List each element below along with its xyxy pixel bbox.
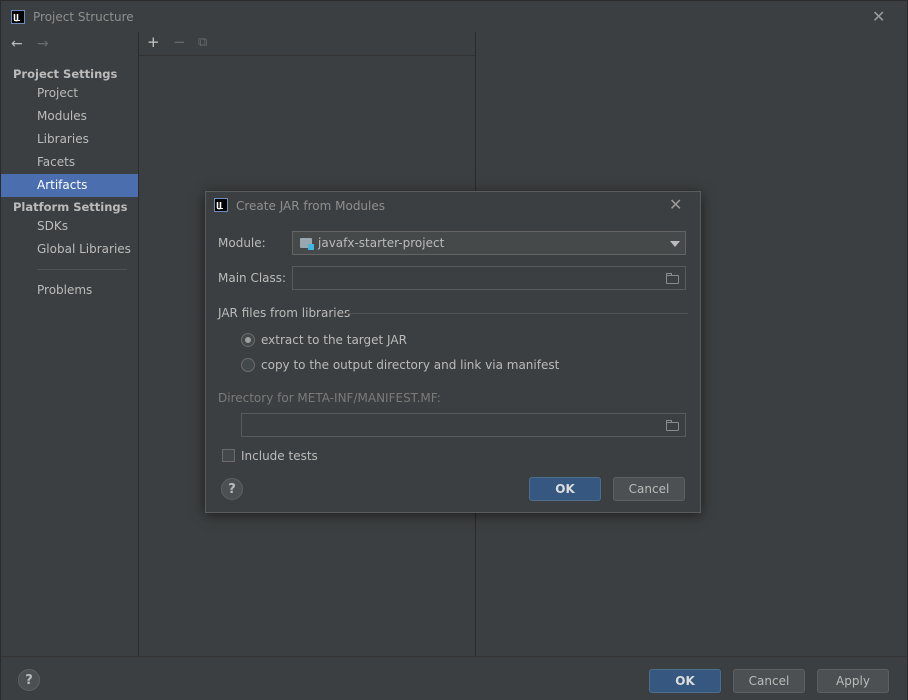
main-class-label: Main Class: (218, 271, 287, 285)
chevron-down-icon (670, 241, 680, 247)
dialog-cancel-button[interactable]: Cancel (613, 477, 685, 501)
dialog-logo-icon: IJ (214, 198, 228, 212)
bottom-button-bar: ? OK Cancel Apply (1, 656, 907, 700)
window-titlebar: IJ Project Structure ✕ (1, 1, 907, 32)
help-button[interactable]: ? (18, 669, 40, 691)
intellij-logo-icon: IJ (11, 10, 25, 24)
sidebar-separator (37, 269, 127, 270)
sidebar-item-label: SDKs (37, 219, 68, 233)
settings-sidebar: ← → Project Settings Project Modules Lib… (1, 32, 139, 656)
radio-copy[interactable] (241, 358, 255, 372)
sidebar-item-global-libraries[interactable]: Global Libraries (1, 238, 138, 261)
radio-copy-label[interactable]: copy to the output directory and link vi… (261, 358, 559, 372)
sidebar-item-label: Facets (37, 155, 76, 169)
main-class-field[interactable] (292, 266, 686, 290)
group-divider (343, 313, 688, 314)
dialog-close-icon[interactable]: ✕ (669, 197, 682, 213)
include-tests-label[interactable]: Include tests (241, 449, 318, 463)
sidebar-item-label: Modules (37, 109, 87, 123)
create-jar-dialog: IJ Create JAR from Modules ✕ Module: jav… (205, 191, 701, 513)
window-title: Project Structure (33, 10, 134, 24)
radio-extract-label[interactable]: extract to the target JAR (261, 333, 407, 347)
sidebar-item-label: Artifacts (37, 178, 88, 192)
artifacts-toolbar: + − ⧉ (139, 32, 475, 56)
browse-folder-icon[interactable] (666, 273, 679, 284)
manifest-dir-label: Directory for META-INF/MANIFEST.MF: (218, 391, 441, 405)
manifest-dir-field[interactable] (241, 413, 686, 437)
back-arrow-icon[interactable]: ← (11, 37, 23, 51)
dialog-ok-button[interactable]: OK (529, 477, 601, 501)
dialog-help-button[interactable]: ? (221, 478, 243, 500)
radio-extract[interactable] (241, 333, 255, 347)
sidebar-item-label: Libraries (37, 132, 89, 146)
sidebar-item-problems[interactable]: Problems (1, 279, 138, 302)
sidebar-item-label: Project (37, 86, 79, 100)
cancel-button[interactable]: Cancel (733, 669, 805, 693)
jar-files-group-title: JAR files from libraries (218, 306, 351, 320)
browse-folder-icon[interactable] (666, 420, 679, 431)
dialog-title: Create JAR from Modules (236, 199, 386, 213)
apply-button[interactable]: Apply (817, 669, 889, 693)
sidebar-item-label: Global Libraries (37, 242, 131, 256)
module-icon (300, 238, 314, 250)
sidebar-item-modules[interactable]: Modules (1, 105, 138, 128)
module-select-value: javafx-starter-project (318, 236, 445, 250)
sidebar-item-libraries[interactable]: Libraries (1, 128, 138, 151)
project-settings-header: Project Settings (13, 67, 118, 81)
platform-settings-header: Platform Settings (13, 200, 128, 214)
sidebar-item-artifacts[interactable]: Artifacts (1, 174, 138, 197)
window-close-icon[interactable]: ✕ (872, 9, 885, 25)
sidebar-item-sdks[interactable]: SDKs (1, 215, 138, 238)
module-select[interactable]: javafx-starter-project (292, 231, 686, 255)
sidebar-item-label: Problems (37, 283, 93, 297)
add-icon[interactable]: + (147, 35, 160, 50)
ok-button[interactable]: OK (649, 669, 721, 693)
sidebar-item-facets[interactable]: Facets (1, 151, 138, 174)
remove-icon[interactable]: − (173, 35, 186, 50)
copy-icon[interactable]: ⧉ (198, 35, 207, 50)
include-tests-checkbox[interactable] (222, 449, 235, 462)
forward-arrow-icon[interactable]: → (37, 37, 49, 51)
sidebar-item-project[interactable]: Project (1, 82, 138, 105)
module-label: Module: (218, 236, 266, 250)
